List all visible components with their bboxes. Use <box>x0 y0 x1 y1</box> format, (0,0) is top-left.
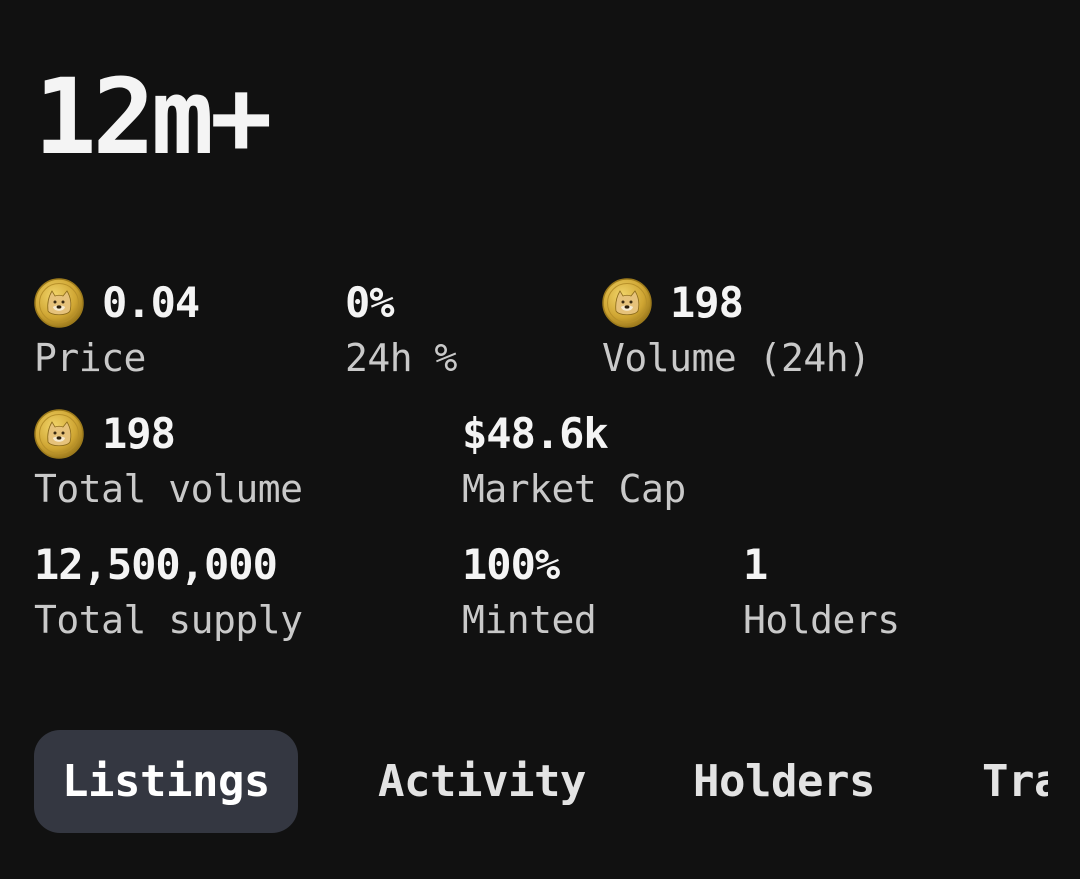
stat-market-cap: $48.6k Market Cap <box>462 408 686 511</box>
price-label: Price <box>34 336 146 380</box>
tab-listings[interactable]: Listings <box>34 730 298 833</box>
minted-label: Minted <box>462 598 597 642</box>
price-value: 0.04 <box>102 278 200 327</box>
total-supply-value: 12,500,000 <box>34 540 278 589</box>
tab-holders[interactable]: Holders <box>665 730 903 833</box>
market-cap-value: $48.6k <box>462 409 609 458</box>
total-supply-label: Total supply <box>34 598 303 642</box>
market-cap-label: Market Cap <box>462 467 686 511</box>
stat-total-supply: 12,500,000 Total supply <box>34 539 303 642</box>
token-title: 12m+ <box>34 56 272 178</box>
holders-label: Holders <box>743 598 900 642</box>
holders-value: 1 <box>743 540 768 589</box>
change-24h-value: 0% <box>345 278 395 327</box>
stat-minted: 100% Minted <box>462 539 597 642</box>
tab-activity[interactable]: Activity <box>350 730 614 833</box>
change-24h-label: 24h % <box>345 336 457 380</box>
volume-24h-label: Volume (24h) <box>602 336 871 380</box>
doge-coin-icon <box>34 409 84 459</box>
stat-volume-24h: 198 Volume (24h) <box>602 277 871 377</box>
stat-change-24h: 0% 24h % <box>345 277 457 380</box>
stat-holders: 1 Holders <box>743 539 900 642</box>
tab-bar: Listings Activity Holders Tra <box>34 730 1048 833</box>
stat-price: 0.04 Price <box>34 277 200 380</box>
total-volume-value: 198 <box>102 409 176 458</box>
total-volume-label: Total volume <box>34 467 303 511</box>
tab-trades[interactable]: Tra <box>954 730 1048 833</box>
minted-value: 100% <box>462 540 560 589</box>
doge-coin-icon <box>602 278 652 328</box>
volume-24h-value: 198 <box>670 278 744 327</box>
doge-coin-icon <box>34 278 84 328</box>
stat-total-volume: 198 Total volume <box>34 408 303 508</box>
